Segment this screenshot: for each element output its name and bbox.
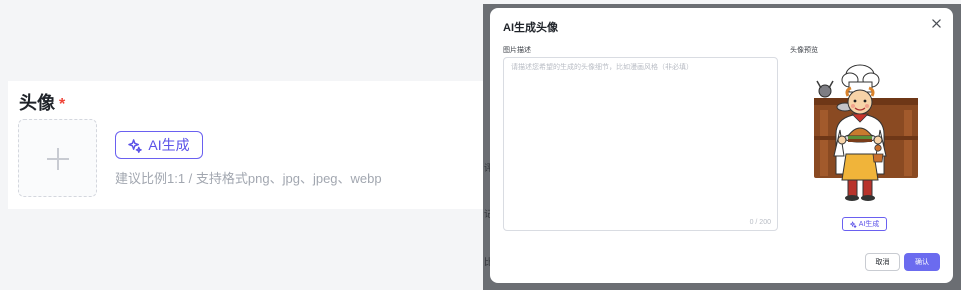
sparkle-icon [849, 220, 857, 228]
description-textarea[interactable] [504, 58, 777, 230]
dialog-title: AI生成头像 [503, 22, 558, 34]
preview-ai-generate-button[interactable]: AI生成 [842, 217, 887, 231]
cancel-button[interactable]: 取消 [865, 253, 900, 271]
character-counter: 0 / 200 [749, 219, 771, 226]
ai-avatar-dialog: AI生成头像 图片描述 0 / 200 头像预览 [490, 8, 953, 283]
preview-ai-generate-label: AI生成 [858, 221, 880, 228]
avatar-form-field: 头像 * AI生成 建议比例1:1 / 支持格式png、jpg、jpeg、webp [8, 81, 508, 209]
avatar-field-label: 头像 * [19, 89, 65, 115]
avatar-label-text: 头像 [19, 93, 55, 113]
ai-generate-button[interactable]: AI生成 [115, 131, 203, 159]
confirm-button[interactable]: 确认 [904, 253, 940, 271]
close-icon [931, 18, 941, 28]
close-button[interactable] [929, 16, 943, 30]
confirm-button-label: 确认 [915, 259, 929, 266]
description-field: 0 / 200 [503, 57, 778, 231]
avatar-preview-image [814, 64, 918, 201]
description-label: 图片描述 [503, 47, 531, 54]
required-mark: * [59, 96, 66, 113]
cancel-button-label: 取消 [875, 259, 890, 266]
avatar-upload-box[interactable] [18, 119, 97, 197]
ai-generate-button-label: AI生成 [148, 137, 190, 153]
format-hint: 建议比例1:1 / 支持格式png、jpg、jpeg、webp [115, 171, 382, 186]
preview-label: 头像预览 [790, 47, 818, 54]
sparkle-icon [128, 138, 143, 153]
